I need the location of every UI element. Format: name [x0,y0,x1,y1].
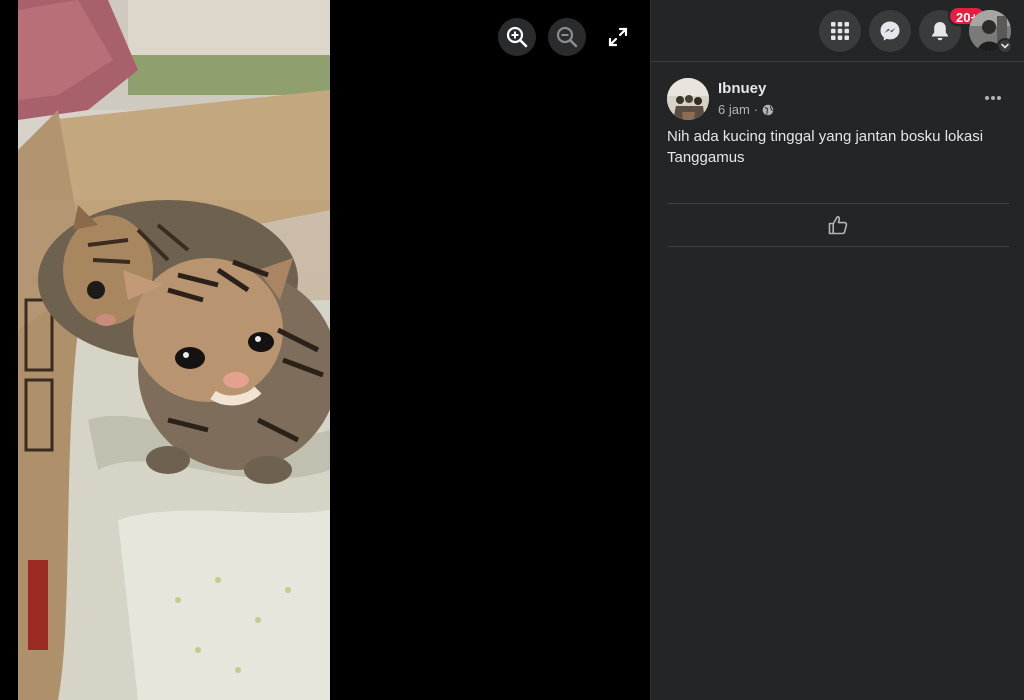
fullscreen-button[interactable] [599,18,637,56]
actions-divider-top [667,203,1009,204]
post-header: Ibnuey 6 jam · [667,78,1017,122]
meta-separator: · [753,102,759,117]
top-navigation: 20+ [651,0,1024,62]
actions-divider-bottom [667,246,1009,247]
post-photo[interactable] [18,0,330,700]
kittens-photo [18,0,330,700]
zoom-in-icon [506,26,528,48]
messenger-icon [880,21,900,41]
chevron-down-icon [1001,43,1009,49]
post-time[interactable]: 6 jam [718,102,750,117]
post-meta: 6 jam · [718,102,774,117]
viewer-edge [0,0,18,700]
post-caption: Nih ada kucing tinggal yang jantan bosku… [667,128,984,166]
post-panel: 20+ Ibnuey 6 jam · Nih ada kucing tingga… [650,0,1024,700]
zoom-out-button[interactable] [548,18,586,56]
menu-grid-icon [831,22,849,40]
globe-icon[interactable] [762,104,774,116]
author-name[interactable]: Ibnuey [718,80,766,97]
thumbs-up-icon [828,216,848,235]
zoom-in-button[interactable] [498,18,536,56]
fullscreen-icon [608,27,628,47]
more-dots-icon [985,96,1001,100]
messenger-button[interactable] [869,10,911,52]
photo-viewer [0,0,650,700]
menu-button[interactable] [819,10,861,52]
like-button[interactable] [821,210,855,240]
account-menu-toggle[interactable] [997,38,1013,54]
bell-icon [932,22,948,41]
post-actions [667,205,1009,245]
post-options-button[interactable] [977,86,1009,110]
zoom-out-icon [556,26,578,48]
author-avatar[interactable] [667,78,709,120]
author-photo [667,78,709,120]
